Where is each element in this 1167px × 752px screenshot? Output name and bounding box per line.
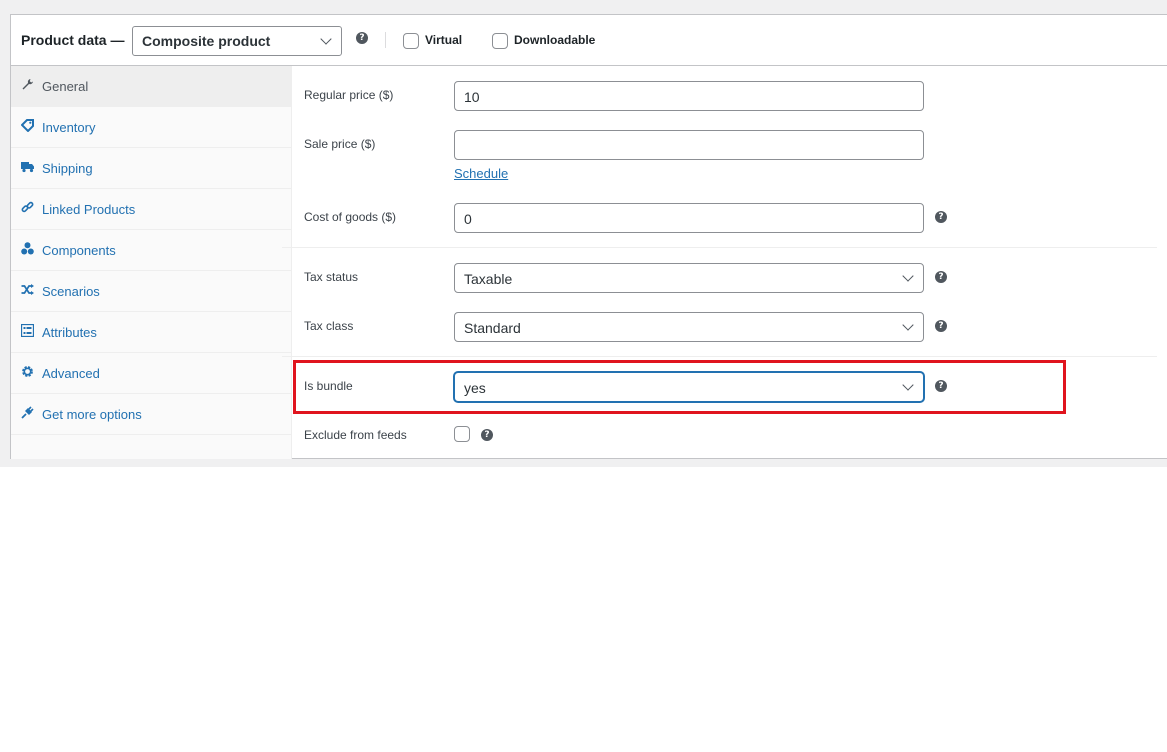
link-icon <box>21 201 34 214</box>
product-data-header: Product data — Composite product ? Virtu… <box>11 15 1167 66</box>
tax-status-label: Tax status <box>304 270 359 284</box>
tab-label: Scenarios <box>42 284 100 299</box>
highlight-box <box>293 360 1066 414</box>
tab-label: Advanced <box>42 366 100 381</box>
components-icon <box>21 242 34 255</box>
tab-label: Linked Products <box>42 202 136 217</box>
cost-of-goods-input[interactable]: 0 <box>454 203 924 233</box>
regular-price-input[interactable]: 10 <box>454 81 924 111</box>
virtual-checkbox[interactable] <box>403 33 419 49</box>
product-data-title: Product data — <box>21 32 125 48</box>
cost-of-goods-label: Cost of goods ($) <box>304 210 397 224</box>
regular-price-label: Regular price ($) <box>304 88 394 102</box>
schedule-link[interactable]: Schedule <box>454 166 508 181</box>
truck-icon <box>21 160 34 173</box>
exclude-from-feeds-label: Exclude from feeds <box>304 428 407 442</box>
tab-shipping[interactable]: Shipping <box>11 148 291 189</box>
chevron-down-icon <box>320 33 332 45</box>
tab-label: General <box>42 79 89 94</box>
help-icon[interactable]: ? <box>356 32 368 44</box>
exclude-from-feeds-checkbox[interactable] <box>454 426 470 442</box>
tax-class-select[interactable]: Standard <box>454 312 924 342</box>
section-divider <box>282 247 1157 248</box>
downloadable-checkbox[interactable] <box>492 33 508 49</box>
list-icon <box>20 323 35 338</box>
tab-label: Shipping <box>42 161 93 176</box>
tab-get-more-options[interactable]: Get more options <box>11 394 291 435</box>
tax-status-value: Taxable <box>464 271 513 287</box>
wrench-icon <box>21 78 34 91</box>
header-separator <box>385 32 386 48</box>
help-icon[interactable]: ? <box>935 211 947 223</box>
section-divider <box>282 356 1157 357</box>
sale-price-label: Sale price ($) <box>304 137 376 151</box>
cost-of-goods-value: 0 <box>464 211 472 227</box>
tab-components[interactable]: Components <box>11 230 291 271</box>
help-icon[interactable]: ? <box>935 320 947 332</box>
tab-attributes[interactable]: Attributes <box>11 312 291 353</box>
virtual-label: Virtual <box>425 33 463 47</box>
tab-label: Inventory <box>42 120 96 135</box>
product-type-value: Composite product <box>142 33 271 49</box>
plugin-icon <box>21 406 34 419</box>
tab-label: Get more options <box>42 407 142 422</box>
tax-status-select[interactable]: Taxable <box>454 263 924 293</box>
tag-icon <box>20 119 34 133</box>
help-icon[interactable]: ? <box>481 429 493 441</box>
sale-price-input[interactable] <box>454 130 924 160</box>
tab-linked-products[interactable]: Linked Products <box>11 189 291 230</box>
shuffle-icon <box>21 283 34 296</box>
tab-general[interactable]: General <box>11 66 291 107</box>
tab-scenarios[interactable]: Scenarios <box>11 271 291 312</box>
tax-class-value: Standard <box>464 320 521 336</box>
tax-class-label: Tax class <box>304 319 354 333</box>
chevron-down-icon <box>902 319 914 331</box>
tab-label: Attributes <box>42 325 97 340</box>
tab-label: Components <box>42 243 116 258</box>
product-type-select[interactable]: Composite product <box>132 26 342 56</box>
tab-inventory[interactable]: Inventory <box>11 107 291 148</box>
chevron-down-icon <box>902 270 914 282</box>
product-data-tabs: General Inventory Shipping Linked Produc… <box>11 66 292 459</box>
help-icon[interactable]: ? <box>935 271 947 283</box>
regular-price-value: 10 <box>464 89 480 105</box>
downloadable-label: Downloadable <box>514 33 596 47</box>
gear-icon <box>21 365 34 378</box>
tab-advanced[interactable]: Advanced <box>11 353 291 394</box>
